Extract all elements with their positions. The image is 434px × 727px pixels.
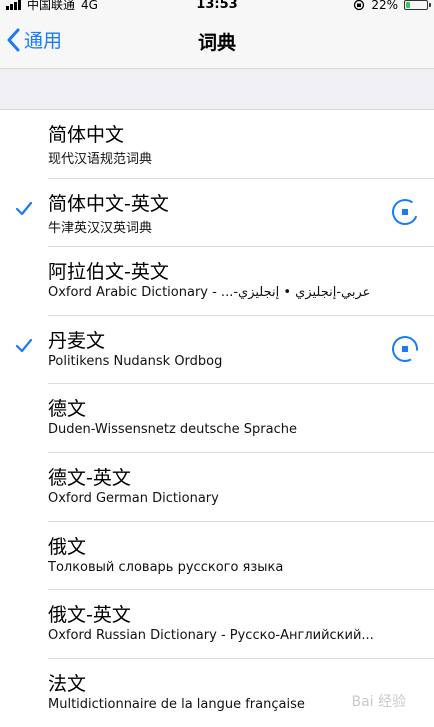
dictionary-row-2[interactable]: 阿拉伯文-英文 Oxford Arabic Dictionary - ...-ع… [0, 247, 434, 316]
dictionary-subtitle: Толковый словарь русского языка [48, 559, 284, 575]
dictionary-row-3[interactable]: 丹麦文 Politikens Nudansk Ordbog [0, 316, 434, 385]
dictionary-row-4[interactable]: 德文 Duden-Wissensnetz deutsche Sprache [0, 384, 434, 453]
battery-percent: 22% [371, 0, 398, 12]
navigation-bar: 通用 词典 [0, 14, 434, 69]
dictionary-row-6[interactable]: 俄文 Толковый словарь русского языка [0, 522, 434, 591]
dictionary-subtitle: 现代汉语规范词典 [48, 152, 153, 167]
download-progress-icon[interactable] [390, 197, 420, 227]
dictionary-title: 德文-英文 [48, 466, 131, 489]
dictionary-title: 简体中文-英文 [48, 192, 169, 215]
orientation-lock-icon [354, 0, 365, 11]
dictionary-row-1[interactable]: 简体中文-英文 牛津英汉汉英词典 [0, 179, 434, 248]
checkmark-icon [15, 338, 33, 352]
dictionary-title: 德文 [48, 398, 87, 421]
dictionary-title: 法文 [48, 672, 87, 695]
status-bar: 中国联通 4G 13:53 22% [0, 0, 434, 14]
watermark: Bai 经验 [351, 694, 406, 710]
dictionary-row-7[interactable]: 俄文-英文 Oxford Russian Dictionary - Русско… [0, 590, 434, 659]
dictionary-list: 简体中文 现代汉语规范词典 简体中文-英文 牛津英汉汉英词典 阿拉伯文-英文 O… [0, 110, 434, 727]
section-header-spacer [0, 69, 434, 110]
dictionary-subtitle: Politikens Nudansk Ordbog [48, 353, 223, 369]
dictionary-subtitle: Oxford Russian Dictionary - Русско-Англи… [48, 628, 374, 644]
dictionary-title: 简体中文 [48, 124, 125, 146]
dictionary-title: 阿拉伯文-英文 [48, 261, 169, 284]
dictionary-row-0[interactable]: 简体中文 现代汉语规范词典 [0, 110, 434, 179]
dictionary-subtitle: Oxford Arabic Dictionary - ...-عربي-إنجل… [48, 285, 371, 301]
checkmark-icon [15, 201, 33, 215]
download-progress-icon[interactable] [390, 334, 420, 364]
page-title: 词典 [197, 32, 236, 54]
dictionary-subtitle: Multidictionnaire de la langue française [48, 696, 305, 712]
dictionary-title: 俄文-英文 [48, 604, 131, 627]
dictionary-title: 丹麦文 [48, 329, 106, 352]
dictionary-title: 俄文 [48, 535, 87, 558]
status-right: 22% [353, 0, 431, 12]
dictionary-subtitle: Oxford German Dictionary [48, 490, 219, 506]
dictionary-row-5[interactable]: 德文-英文 Oxford German Dictionary [0, 453, 434, 522]
dictionary-subtitle: Duden-Wissensnetz deutsche Sprache [48, 422, 298, 438]
dictionary-subtitle: 牛津英汉汉英词典 [48, 220, 153, 236]
battery-icon [404, 0, 431, 10]
